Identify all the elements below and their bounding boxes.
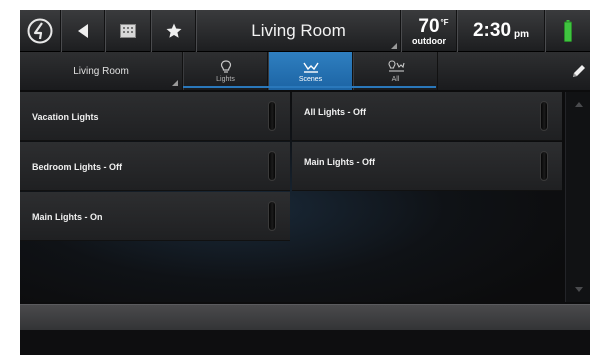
edit-pencil-icon[interactable] xyxy=(570,62,588,80)
temperature-unit: °F xyxy=(440,17,449,27)
bottom-bar xyxy=(20,304,590,330)
dropdown-indicator-icon xyxy=(391,43,397,49)
battery-icon xyxy=(564,20,572,42)
room-selector[interactable]: Living Room xyxy=(20,52,183,90)
app-frame: Living Room 70 °F outdoor 2:30 pm Living … xyxy=(20,10,590,355)
scene-indicator xyxy=(540,101,548,131)
room-selector-label: Living Room xyxy=(73,65,129,77)
battery-indicator xyxy=(545,10,590,52)
clock-widget: 2:30 pm xyxy=(457,10,545,52)
scene-label: Main Lights - Off xyxy=(304,157,375,167)
scene-label: All Lights - Off xyxy=(304,107,366,117)
favorites-button[interactable] xyxy=(151,10,196,52)
scene-label: Bedroom Lights - Off xyxy=(32,161,122,172)
scroll-down-icon[interactable] xyxy=(575,287,583,292)
scene-item[interactable]: Main Lights - On xyxy=(20,192,290,241)
weather-widget[interactable]: 70 °F outdoor xyxy=(401,10,457,52)
room-title: Living Room xyxy=(251,21,346,40)
back-button[interactable] xyxy=(61,10,105,52)
scenes-icon xyxy=(302,62,319,73)
scene-indicator xyxy=(540,151,548,181)
tab-scenes-label: Scenes xyxy=(298,75,323,83)
tab-scenes[interactable]: Scenes xyxy=(268,52,353,90)
keypad-button[interactable] xyxy=(105,10,151,52)
scroll-up-icon[interactable] xyxy=(575,102,583,107)
dropdown-indicator-icon xyxy=(172,80,178,86)
scene-label: Vacation Lights xyxy=(32,111,99,122)
bottom-area xyxy=(20,330,590,355)
temperature-label: outdoor xyxy=(412,35,446,46)
tab-lights-label: Lights xyxy=(216,75,235,83)
tab-lights[interactable]: Lights xyxy=(183,52,268,90)
scene-item[interactable]: Main Lights - Off xyxy=(292,142,562,191)
scene-indicator xyxy=(268,151,276,181)
home-button[interactable] xyxy=(20,10,61,52)
star-icon xyxy=(166,23,181,38)
all-icon xyxy=(387,59,405,72)
scene-label: Main Lights - On xyxy=(32,211,103,222)
temperature-value: 70 °F xyxy=(418,15,449,37)
top-bar: Living Room 70 °F outdoor 2:30 pm xyxy=(20,10,590,52)
scrollbar[interactable] xyxy=(565,92,590,302)
brand-logo-icon xyxy=(27,18,53,44)
back-arrow-icon xyxy=(78,24,88,38)
clock-ampm: pm xyxy=(514,29,530,40)
scene-item[interactable]: Bedroom Lights - Off xyxy=(20,142,290,191)
tab-all[interactable]: All xyxy=(353,52,438,90)
scene-item[interactable]: All Lights - Off xyxy=(292,92,562,141)
tab-bar: Living Room Lights Scenes All xyxy=(20,52,590,90)
scene-indicator xyxy=(268,101,276,131)
bulb-icon xyxy=(220,59,231,73)
scene-item[interactable]: Vacation Lights xyxy=(20,92,290,141)
keypad-icon xyxy=(120,24,136,38)
tab-underline xyxy=(183,86,436,88)
scenes-grid: Vacation Lights All Lights - Off Bedroom… xyxy=(20,92,565,302)
scene-indicator xyxy=(268,201,276,231)
clock-time: 2:30 xyxy=(472,20,512,41)
room-title-button[interactable]: Living Room xyxy=(196,10,401,52)
tab-all-label: All xyxy=(391,75,400,83)
